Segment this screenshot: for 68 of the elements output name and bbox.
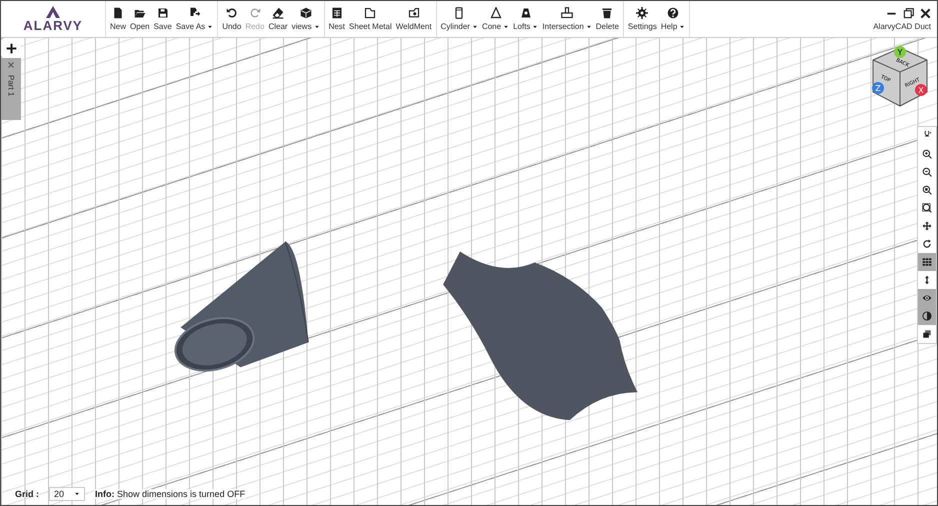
- caret-icon: [532, 24, 538, 30]
- plus-icon: [6, 42, 16, 54]
- undo-icon: [226, 7, 238, 19]
- settings-icon: [636, 7, 648, 19]
- toolbar-button[interactable]: Delete: [594, 1, 621, 37]
- zoom-out-icon: [922, 167, 932, 177]
- save-as-icon: [188, 7, 200, 19]
- toolbar-button[interactable]: WeldMent: [394, 1, 434, 37]
- toolbar-button[interactable]: Intersection: [540, 1, 594, 37]
- caret-icon: [472, 24, 478, 30]
- toolbar-button[interactable]: New: [108, 1, 128, 37]
- caret-icon: [74, 491, 80, 497]
- toolbar-button[interactable]: Cone: [480, 1, 512, 37]
- restore-icon: [903, 8, 914, 18]
- loft-icon: [520, 7, 532, 19]
- toolbar-button[interactable]: views: [290, 1, 322, 37]
- zoom-fit-icon: [922, 185, 932, 195]
- toolbar-button[interactable]: Lofts: [511, 1, 540, 37]
- caret-icon: [586, 24, 592, 30]
- toolbar-button[interactable]: Nest: [326, 1, 348, 37]
- logo-text: ALARVY: [23, 18, 83, 32]
- view-tool-button[interactable]: [918, 307, 936, 325]
- view-tool-button[interactable]: [918, 289, 936, 307]
- intersection-icon: [561, 7, 574, 19]
- toolbar-button[interactable]: Undo: [220, 1, 244, 37]
- caret-icon: [207, 24, 214, 30]
- cone-icon: [490, 7, 502, 19]
- zoom-window-icon: [922, 203, 932, 213]
- contrast-icon: [922, 311, 932, 321]
- table-icon: [330, 7, 343, 19]
- toolbar-button[interactable]: Cylinder: [438, 1, 480, 37]
- toolbar-button[interactable]: Save: [152, 1, 174, 37]
- info-message: Info: Show dimensions is turned OFF: [95, 489, 246, 499]
- caret-icon: [314, 24, 320, 30]
- redo-icon: [248, 7, 261, 19]
- close-icon: [7, 61, 15, 69]
- toolbar-button[interactable]: Sheet Metal: [347, 1, 394, 37]
- window-title: AlarvyCAD Duct: [873, 22, 931, 30]
- floppy-icon: [156, 7, 169, 19]
- caret-icon: [503, 24, 510, 30]
- folder-icon: [134, 7, 146, 19]
- sheet-icon: [364, 7, 376, 19]
- toolbar-button[interactable]: Clear: [266, 1, 290, 37]
- help-icon: [667, 7, 680, 19]
- toolbar-button[interactable]: Save As: [174, 1, 216, 37]
- close-icon: [920, 8, 931, 18]
- grid-label: Grid :: [15, 489, 39, 499]
- toolbar-button[interactable]: Settings: [626, 1, 659, 37]
- grid-select[interactable]: 20: [49, 487, 86, 501]
- toolbar-button[interactable]: Open: [128, 1, 152, 37]
- eraser-icon: [272, 7, 284, 19]
- view-tool-button[interactable]: [918, 253, 936, 271]
- add-tab-button[interactable]: [1, 40, 21, 56]
- layers-icon: [922, 329, 932, 339]
- cylinder-icon: [453, 7, 466, 19]
- toolbar-button[interactable]: Help: [658, 1, 688, 37]
- file-icon: [112, 7, 124, 19]
- caret-icon: [679, 24, 686, 30]
- pan-icon: [922, 221, 932, 231]
- eye-icon: [922, 293, 932, 303]
- cube-icon: [300, 7, 312, 19]
- logo-icon: [45, 6, 61, 18]
- grid-icon: [922, 257, 932, 267]
- weld-icon: [408, 7, 420, 19]
- part-tab[interactable]: Part 1: [1, 58, 21, 120]
- trash-icon: [601, 7, 614, 19]
- zoom-in-icon: [922, 149, 932, 159]
- rotate-icon: [922, 239, 932, 249]
